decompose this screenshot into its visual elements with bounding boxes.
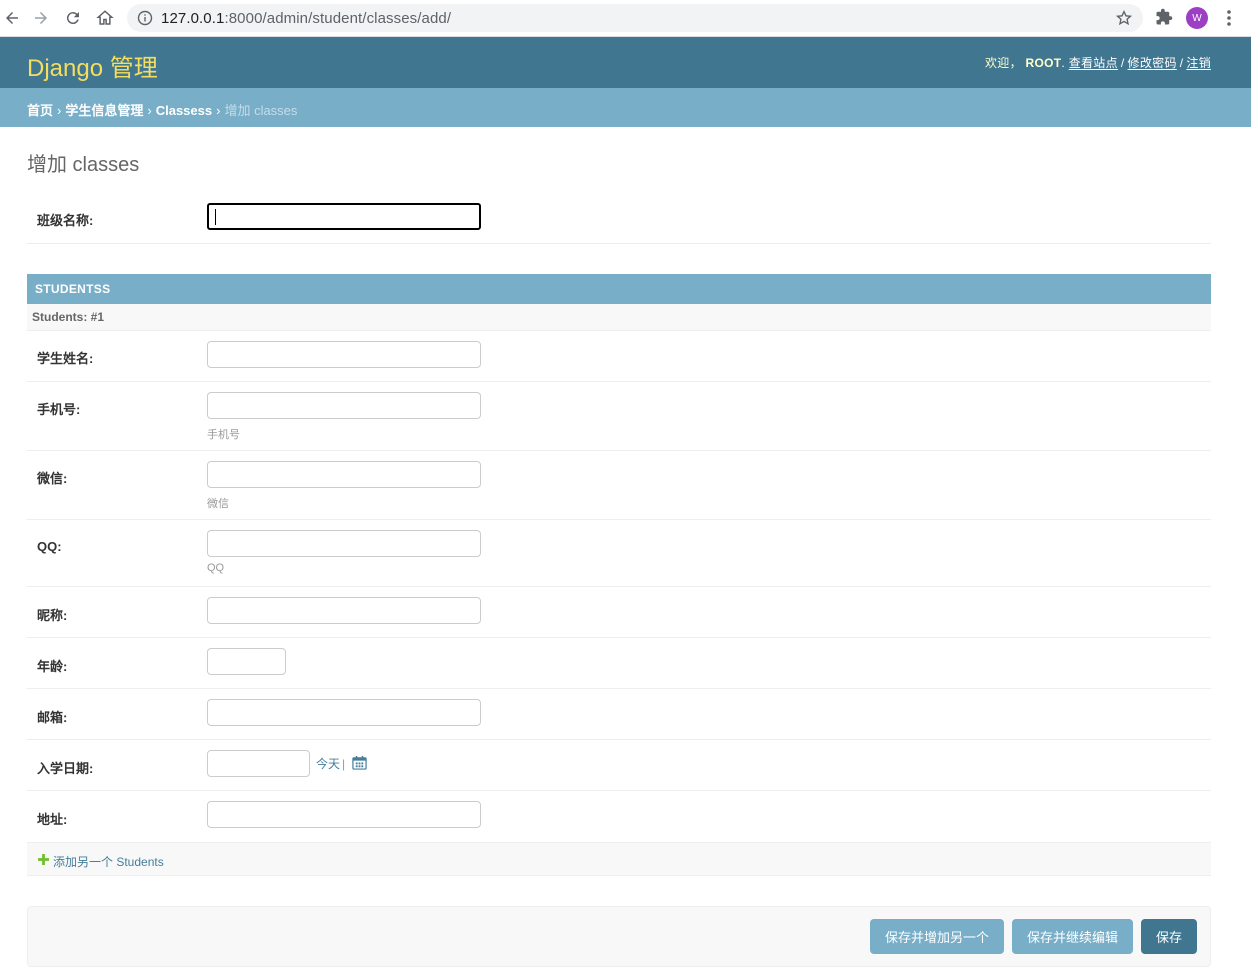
info-icon[interactable] [137, 10, 153, 26]
breadcrumb: 首页 › 学生信息管理 › Classess › 增加 classes [0, 88, 1251, 127]
qq-help-text: QQ [207, 562, 225, 574]
add-another-row[interactable]: 添加另一个 Students [27, 842, 1211, 876]
welcome-text: 欢迎， [985, 56, 1022, 70]
form-row-phone: 手机号: 手机号 [27, 382, 1211, 451]
save-button[interactable]: 保存 [1141, 919, 1197, 954]
today-link[interactable]: 今天 [316, 757, 340, 771]
logout-link[interactable]: 注销 [1186, 56, 1211, 70]
username: ROOT [1025, 56, 1062, 70]
plus-icon [38, 854, 49, 865]
submit-row: 保存并增加另一个 保存并继续编辑 保存 [27, 906, 1211, 967]
home-icon[interactable] [93, 6, 117, 30]
class-name-label: 班级名称: [37, 213, 94, 228]
qq-input[interactable] [207, 530, 481, 557]
student-name-input[interactable] [207, 341, 481, 368]
class-name-input[interactable] [207, 203, 481, 230]
save-and-add-another-button[interactable]: 保存并增加另一个 [870, 919, 1004, 954]
enroll-date-label: 入学日期: [37, 761, 94, 776]
page-title: 增加 classes [27, 154, 140, 176]
admin-header: Django 管理 欢迎， ROOT. 查看站点 / 修改密码 / 注销 [0, 37, 1251, 88]
profile-avatar[interactable]: W [1186, 7, 1208, 29]
back-icon[interactable] [0, 6, 24, 30]
site-brand[interactable]: Django 管理 [27, 48, 158, 83]
reload-icon[interactable] [61, 6, 85, 30]
today-shortcut[interactable]: 今天 | [316, 755, 345, 772]
breadcrumb-app[interactable]: 学生信息管理 [65, 103, 143, 118]
add-another-link[interactable]: 添加另一个 Students [53, 853, 164, 870]
phone-help-text: 手机号 [207, 429, 240, 441]
save-and-continue-button[interactable]: 保存并继续编辑 [1012, 919, 1133, 954]
email-input[interactable] [207, 699, 481, 726]
extensions-puzzle-icon[interactable] [1155, 8, 1173, 26]
form-row-enroll-date: 入学日期: 今天 | [27, 740, 1211, 791]
qq-label: QQ: [37, 539, 62, 554]
form-row-wechat: 微信: 微信 [27, 451, 1211, 520]
calendar-icon[interactable] [352, 755, 367, 770]
phone-label: 手机号: [37, 402, 81, 417]
today-separator: | [342, 757, 346, 771]
url-text: 127.0.0.1:8000/admin/student/classes/add… [161, 10, 452, 27]
form-row-email: 邮箱: [27, 689, 1211, 740]
breadcrumb-model[interactable]: Classess [156, 103, 212, 118]
phone-input[interactable] [207, 392, 481, 419]
inline-item-heading: Students: #1 [27, 304, 1211, 331]
nickname-label: 昵称: [37, 608, 68, 623]
text-caret [215, 209, 216, 225]
breadcrumb-home[interactable]: 首页 [27, 103, 53, 118]
change-password-link[interactable]: 修改密码 [1128, 56, 1177, 70]
more-menu-icon[interactable] [1222, 8, 1236, 28]
view-site-link[interactable]: 查看站点 [1069, 56, 1118, 70]
wechat-label: 微信: [37, 471, 68, 486]
address-bar[interactable]: 127.0.0.1:8000/admin/student/classes/add… [127, 4, 1143, 32]
breadcrumb-current: 增加 classes [224, 103, 298, 118]
wechat-help-text: 微信 [207, 498, 229, 510]
form-row-class-name: 班级名称: [27, 195, 1211, 244]
nickname-input[interactable] [207, 597, 481, 624]
form-row-qq: QQ: QQ [27, 520, 1211, 587]
age-input[interactable] [207, 648, 286, 675]
form-row-age: 年龄: [27, 638, 1211, 689]
bookmark-star-icon[interactable] [1115, 9, 1133, 27]
form-row-address: 地址: [27, 791, 1211, 842]
address-label: 地址: [37, 812, 68, 827]
student-name-label: 学生姓名: [37, 351, 94, 366]
form-row-student-name: 学生姓名: [27, 331, 1211, 382]
browser-toolbar: 127.0.0.1:8000/admin/student/classes/add… [0, 0, 1251, 37]
wechat-input[interactable] [207, 461, 481, 488]
enroll-date-input[interactable] [207, 750, 310, 777]
address-input[interactable] [207, 801, 481, 828]
inline-group-heading: STUDENTSS [27, 274, 1211, 304]
form-row-nickname: 昵称: [27, 587, 1211, 638]
user-tools: 欢迎， ROOT. 查看站点 / 修改密码 / 注销 [985, 56, 1211, 70]
forward-icon[interactable] [29, 6, 53, 30]
avatar-letter: W [1192, 12, 1202, 24]
email-label: 邮箱: [37, 710, 68, 725]
age-label: 年龄: [37, 659, 68, 674]
